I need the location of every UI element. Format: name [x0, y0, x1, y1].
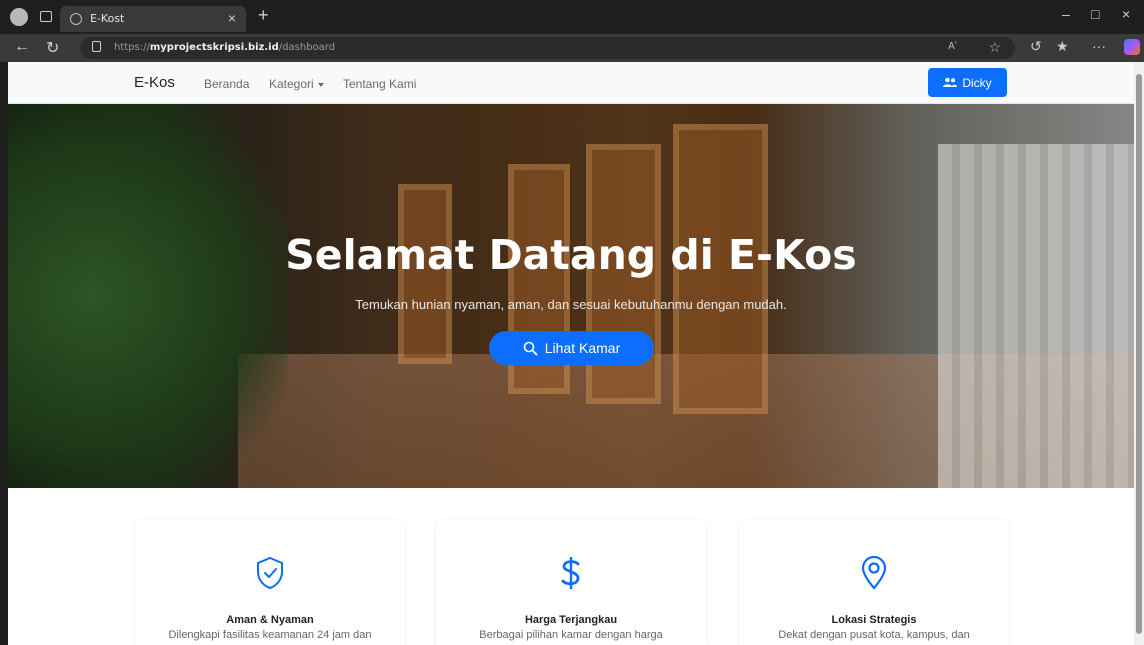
- hero-plant-decoration: [8, 104, 288, 488]
- tab-actions-icon[interactable]: [40, 11, 52, 22]
- site-navbar: E-Kos Beranda Kategori Tentang Kami Dick…: [8, 62, 1134, 104]
- tab-title: E-Kost: [90, 12, 125, 25]
- favorites-icon[interactable]: ★: [1056, 38, 1069, 55]
- feature-card: Lokasi Strategis Dekat dengan pusat kota…: [739, 520, 1009, 645]
- url-host: myprojectskripsi.biz.id: [149, 42, 279, 53]
- features-section: Aman & Nyaman Dilengkapi fasilitas keama…: [8, 488, 1134, 645]
- url-path: /dashboard: [278, 42, 336, 53]
- dollar-icon: [561, 557, 580, 589]
- new-tab-button[interactable]: +: [258, 5, 269, 26]
- hero-fence-decoration: [938, 144, 1134, 488]
- page-viewport: E-Kos Beranda Kategori Tentang Kami Dick…: [8, 62, 1134, 645]
- feature-desc: Berbagai pilihan kamar dengan harga: [479, 629, 663, 641]
- view-rooms-label: Lihat Kamar: [544, 340, 621, 356]
- feature-icon-wrap: [739, 556, 1009, 590]
- restore-button[interactable]: □: [1091, 6, 1099, 22]
- feature-icon-wrap: [436, 556, 706, 590]
- search-icon: [523, 341, 538, 355]
- browser-toolbar: ← ↻ https://myprojectskripsi.biz.id/dash…: [0, 34, 1144, 62]
- user-menu-button[interactable]: Dicky: [928, 68, 1007, 97]
- back-arrow-icon[interactable]: ←: [14, 38, 30, 56]
- feature-title: Lokasi Strategis: [831, 614, 917, 626]
- feature-desc: Dilengkapi fasilitas keamanan 24 jam dan: [168, 629, 372, 641]
- caret-down-icon: [317, 82, 324, 87]
- more-menu-icon[interactable]: ···: [1092, 38, 1106, 54]
- tab-close-icon[interactable]: ×: [228, 10, 236, 26]
- url-scheme: https://: [114, 42, 150, 53]
- profile-avatar[interactable]: [10, 8, 28, 26]
- feature-card: Harga Terjangkau Berbagai pilihan kamar …: [436, 520, 706, 645]
- feature-title: Aman & Nyaman: [226, 614, 314, 626]
- address-bar[interactable]: https://myprojectskripsi.biz.id/dashboar…: [80, 37, 1015, 59]
- navbar-brand[interactable]: E-Kos: [134, 74, 175, 91]
- globe-icon: [70, 13, 82, 25]
- hero-section: Selamat Datang di E-Kos Temukan hunian n…: [8, 104, 1134, 488]
- url-text: https://myprojectskripsi.biz.id/dashboar…: [114, 42, 335, 53]
- feature-card: Aman & Nyaman Dilengkapi fasilitas keama…: [135, 520, 405, 645]
- favorite-star-icon[interactable]: ☆: [988, 39, 1001, 56]
- site-info-icon[interactable]: [92, 41, 101, 52]
- feature-title: Harga Terjangkau: [524, 614, 618, 626]
- extensions-icon[interactable]: ↺: [1030, 38, 1042, 55]
- feature-desc: Dekat dengan pusat kota, kampus, dan: [778, 629, 970, 641]
- browser-tab-bar: E-Kost × + – □ ×: [0, 0, 1144, 34]
- map-pin-icon: [861, 556, 887, 590]
- page-scrollbar[interactable]: [1134, 62, 1144, 645]
- hero-title: Selamat Datang di E-Kos: [285, 231, 857, 279]
- view-rooms-button[interactable]: Lihat Kamar: [489, 331, 654, 365]
- nav-link-kategori[interactable]: Kategori: [269, 77, 324, 91]
- nav-link-beranda[interactable]: Beranda: [204, 77, 249, 91]
- read-aloud-icon[interactable]: Aʼ: [948, 41, 957, 52]
- feature-icon-wrap: [135, 556, 405, 590]
- close-window-button[interactable]: ×: [1122, 6, 1130, 22]
- nav-link-kategori-label: Kategori: [269, 77, 314, 91]
- copilot-icon[interactable]: [1124, 39, 1140, 55]
- nav-link-tentang-kami[interactable]: Tentang Kami: [343, 77, 416, 91]
- shield-check-icon: [257, 556, 283, 590]
- minimize-button[interactable]: –: [1062, 6, 1070, 22]
- user-name: Dicky: [962, 75, 992, 90]
- scrollbar-thumb[interactable]: [1136, 74, 1142, 634]
- refresh-icon[interactable]: ↻: [46, 38, 59, 58]
- hero-subtitle: Temukan hunian nyaman, aman, dan sesuai …: [355, 297, 787, 312]
- users-icon: [943, 77, 958, 87]
- browser-tab[interactable]: E-Kost ×: [60, 6, 246, 32]
